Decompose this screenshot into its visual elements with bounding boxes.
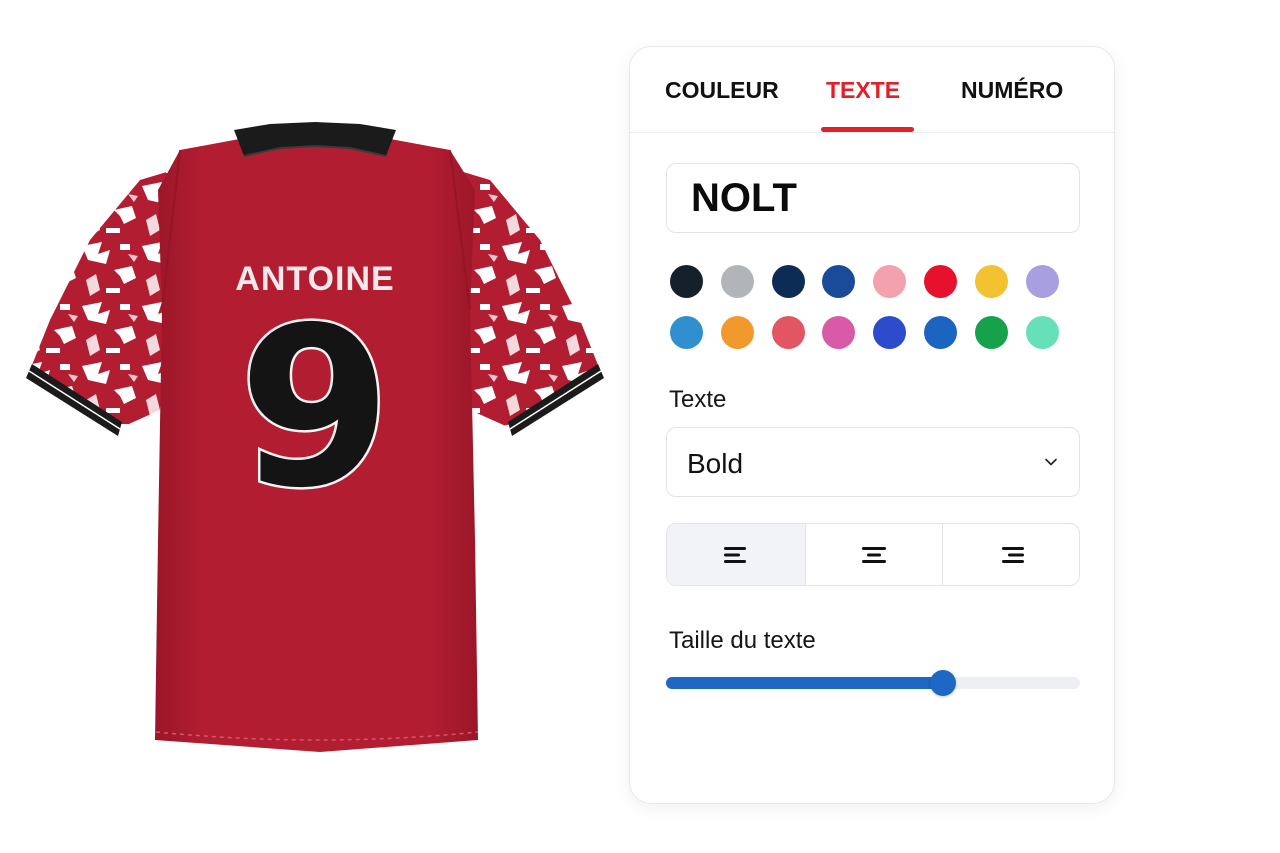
color-swatch[interactable] xyxy=(720,316,754,349)
tab-numero[interactable]: NUMÉRO xyxy=(961,77,1063,104)
font-label: Texte xyxy=(669,386,727,413)
color-swatch[interactable] xyxy=(720,265,754,298)
align-left-button[interactable] xyxy=(667,524,805,585)
color-swatch[interactable] xyxy=(924,265,957,298)
color-swatch[interactable] xyxy=(670,316,703,349)
color-swatch[interactable] xyxy=(873,316,907,349)
color-swatch[interactable] xyxy=(974,265,1008,298)
align-center-button[interactable] xyxy=(805,524,942,585)
font-style-value: Bold xyxy=(687,448,744,479)
color-swatch[interactable] xyxy=(771,316,805,349)
color-swatch[interactable] xyxy=(974,316,1008,349)
tab-texte[interactable]: TEXTE xyxy=(826,77,900,104)
slider-fill xyxy=(666,677,944,689)
jersey-preview: ANTOINE 9 xyxy=(20,120,610,760)
active-tab-indicator xyxy=(821,127,914,132)
text-size-slider[interactable] xyxy=(666,670,1080,696)
jersey-text-input[interactable] xyxy=(666,163,1080,233)
align-right-icon xyxy=(1002,546,1024,563)
color-swatch[interactable] xyxy=(771,265,805,298)
align-left-icon xyxy=(724,546,746,563)
text-size-label: Taille du texte xyxy=(669,627,816,654)
jersey-player-number: 9 xyxy=(236,280,394,536)
chevron-down-icon xyxy=(1045,458,1057,466)
align-right-button[interactable] xyxy=(942,524,1079,585)
slider-thumb[interactable] xyxy=(930,670,957,696)
customization-panel: COULEUR TEXTE NUMÉRO Texte Bold xyxy=(629,46,1115,804)
color-swatch[interactable] xyxy=(670,265,703,298)
color-swatch[interactable] xyxy=(822,316,856,349)
color-swatch[interactable] xyxy=(873,265,907,298)
tab-bar: COULEUR TEXTE NUMÉRO xyxy=(630,47,1114,133)
color-swatch[interactable] xyxy=(1025,316,1059,349)
tab-couleur[interactable]: COULEUR xyxy=(665,77,779,104)
color-swatch[interactable] xyxy=(822,265,856,298)
color-swatch[interactable] xyxy=(1025,265,1059,298)
font-style-select[interactable]: Bold xyxy=(666,427,1080,497)
align-center-icon xyxy=(862,546,886,563)
color-swatch[interactable] xyxy=(924,316,957,349)
text-alignment-group xyxy=(666,523,1080,586)
